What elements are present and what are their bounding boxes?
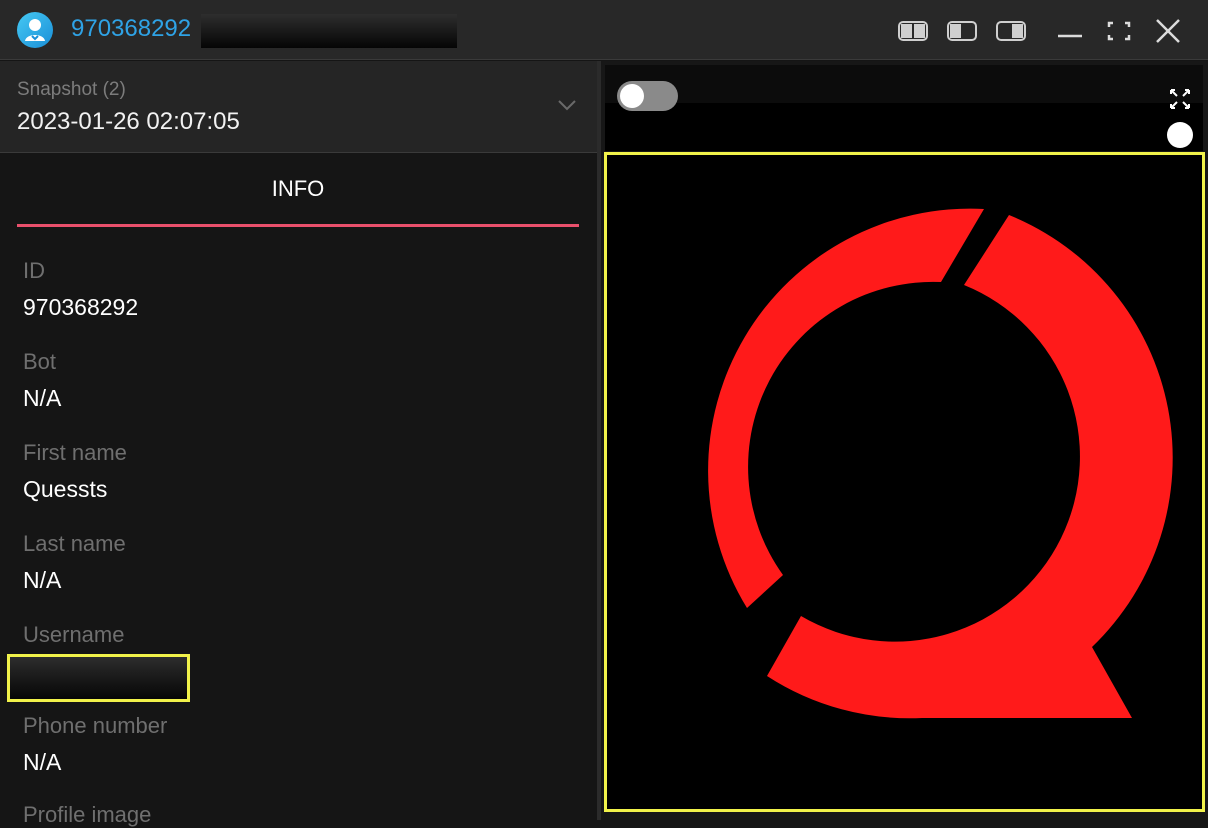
- logo-image: [708, 208, 1173, 719]
- info-panel: Snapshot (2) 2023-01-26 02:07:05 INFO ID…: [0, 61, 597, 827]
- id-label: ID: [23, 258, 45, 283]
- close-icon[interactable]: [1151, 14, 1185, 48]
- first-name-value: Quessts: [23, 476, 108, 502]
- user-avatar-icon: [17, 12, 53, 48]
- bot-value: N/A: [23, 385, 62, 411]
- id-value: 970368292: [23, 294, 139, 320]
- preview-toggle[interactable]: [617, 81, 678, 111]
- first-name-label: First name: [23, 440, 127, 465]
- phone-value: N/A: [23, 749, 62, 775]
- layout-center-icon[interactable]: [945, 14, 979, 48]
- logo-ring-upper: [708, 208, 984, 609]
- fullscreen-icon[interactable]: [1168, 87, 1192, 111]
- last-name-label: Last name: [23, 531, 126, 556]
- chevron-down-icon[interactable]: [556, 97, 578, 113]
- phone-label: Phone number: [23, 713, 168, 738]
- profile-image-preview: [604, 152, 1205, 812]
- redacted-name: [201, 14, 457, 48]
- minimize-icon[interactable]: [1053, 14, 1087, 48]
- status-dot: [1167, 122, 1193, 148]
- layout-right-icon[interactable]: [994, 14, 1028, 48]
- snapshot-value: 2023-01-26 02:07:05: [17, 108, 240, 135]
- snapshot-label: Snapshot (2): [17, 79, 126, 100]
- window-title-id: 970368292: [71, 15, 192, 42]
- bot-label: Bot: [23, 349, 57, 374]
- preview-toolbar: [605, 65, 1203, 103]
- tab-info[interactable]: INFO: [17, 154, 579, 227]
- profile-image-label: Profile image: [23, 802, 152, 827]
- username-redacted: [7, 654, 190, 702]
- title-bar: 970368292: [0, 0, 1208, 60]
- last-name-value: N/A: [23, 567, 62, 593]
- layout-left-icon[interactable]: [896, 14, 930, 48]
- snapshot-dropdown[interactable]: Snapshot (2) 2023-01-26 02:07:05: [0, 61, 597, 153]
- toggle-knob: [620, 84, 644, 108]
- preview-panel: [601, 61, 1208, 820]
- maximize-icon[interactable]: [1102, 14, 1136, 48]
- username-label: Username: [23, 622, 125, 647]
